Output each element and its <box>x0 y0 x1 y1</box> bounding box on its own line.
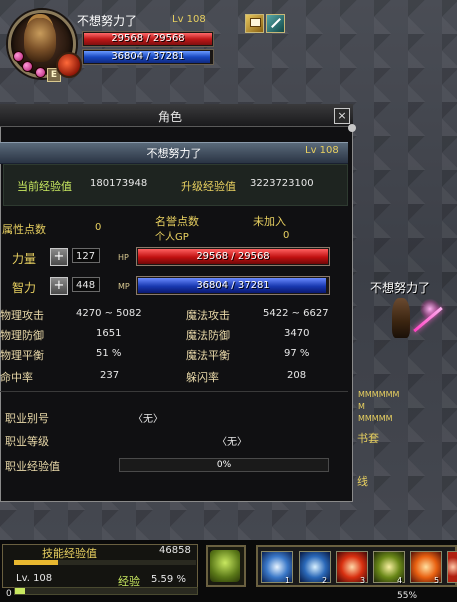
honor-points-label: 名誉点数 <box>155 215 199 228</box>
hotkey-number: 2 <box>322 576 328 585</box>
job-exp-label: 职业经验值 <box>5 460 60 473</box>
character-name: 不想努力了 <box>146 147 202 160</box>
world-character-name[interactable]: 不想努力了 <box>370 279 430 296</box>
chat-fragment: 书套 <box>357 432 379 445</box>
next-exp-value: 3223723100 <box>250 178 314 189</box>
intelligence-label: 智力 <box>12 281 37 295</box>
hp-label: HP <box>118 253 129 262</box>
player-mp-text: 36804 / 37281 <box>111 51 185 62</box>
current-exp-value: 180173948 <box>90 178 148 189</box>
combat-stat-name: 命中率 <box>0 371 33 384</box>
chat-fragment: M <box>358 402 365 411</box>
bottom-level: Lv. 108 <box>16 573 53 584</box>
combat-stat-name: 物理攻击 <box>0 309 44 322</box>
combat-stat-value: 1651 <box>96 328 122 339</box>
combat-stat-value: 208 <box>287 370 307 381</box>
world-character[interactable] <box>392 298 410 338</box>
job-exp-bar: 0% <box>119 458 329 472</box>
skill-exp-label: 技能经验值 <box>42 547 97 560</box>
job-level-value: 〈无〉 <box>217 437 247 448</box>
combat-stat-name: 魔法平衡 <box>186 349 230 362</box>
job-title-value: 〈无〉 <box>133 414 163 425</box>
hotkey-number: 1 <box>285 576 291 585</box>
zoom-level: 55% <box>397 591 418 601</box>
add-intelligence-button[interactable]: + <box>50 277 68 295</box>
job-title-label: 职业别号 <box>5 412 49 425</box>
combat-stat-value: 4270 ~ 5082 <box>76 308 142 319</box>
personal-gp-label: 个人GP <box>155 232 189 243</box>
guild-emblem-icon[interactable] <box>56 52 82 78</box>
guild-status-value: 0 <box>283 230 290 241</box>
shop-icon[interactable] <box>245 14 264 33</box>
intelligence-value: 448 <box>72 277 100 292</box>
sword-buff-icon[interactable] <box>266 14 285 33</box>
bottom-exp-bar <box>14 587 198 595</box>
mp-label: MP <box>118 282 130 291</box>
character-level: Lv 108 <box>305 145 339 156</box>
window-hp-text: 29568 / 29568 <box>196 251 270 262</box>
hotkey-number: 5 <box>434 576 440 585</box>
skill-exp-bar <box>14 560 196 565</box>
window-mp-bar: 36804 / 37281 <box>136 276 330 295</box>
status-orb-icon <box>35 67 46 78</box>
guild-status-label: 未加入 <box>253 215 286 228</box>
divider <box>0 391 348 392</box>
player-hp-bar: 29568 / 29568 <box>82 31 214 47</box>
hotkey-number: 3 <box>360 576 366 585</box>
status-orb-icon <box>13 51 24 62</box>
status-orb-icon <box>22 61 33 72</box>
window-title: 角色 <box>157 110 182 124</box>
skill-exp-fill <box>14 560 58 565</box>
window-mp-text: 36804 / 37281 <box>196 280 270 291</box>
combat-stat-name: 物理平衡 <box>0 349 44 362</box>
window-hp-bar: 29568 / 29568 <box>136 247 330 266</box>
strength-label: 力量 <box>12 252 37 266</box>
close-button[interactable]: × <box>334 108 350 124</box>
chat-fragment: MMMMMM <box>358 390 400 399</box>
player-name: 不想努力了 <box>77 14 138 28</box>
strength-value: 127 <box>72 248 100 263</box>
current-exp-label: 当前经验值 <box>17 180 72 193</box>
next-exp-label: 升级经验值 <box>181 180 236 193</box>
add-strength-button[interactable]: + <box>50 248 68 266</box>
combat-stats: 物理攻击 4270 ~ 5082 魔法攻击 5422 ~ 6627 物理防御 1… <box>0 302 348 390</box>
combat-stat-value: 5422 ~ 6627 <box>263 308 329 319</box>
chat-fragment: 线 <box>357 475 368 488</box>
player-mp-bar: 36804 / 37281 <box>82 49 214 65</box>
combat-stat-value: 51 % <box>96 348 122 359</box>
attribute-points-value: 0 <box>95 222 102 233</box>
chat-fragment: MMMMM <box>358 414 393 423</box>
combat-stat-value: 97 % <box>284 348 310 359</box>
combat-stat-value: 3470 <box>284 328 310 339</box>
combat-stat-value: 237 <box>100 370 120 381</box>
bottom-exp-percent: 5.59 % <box>151 574 186 585</box>
player-face-icon <box>24 18 56 62</box>
window-corner-knob <box>348 124 356 132</box>
combat-stat-name: 躲闪率 <box>186 371 219 384</box>
bottom-exp-digit: 0 <box>6 589 12 599</box>
job-exp-text: 0% <box>216 460 232 470</box>
hotkey-number: 4 <box>397 576 403 585</box>
pet-icon[interactable] <box>210 550 240 582</box>
player-level: Lv 108 <box>172 14 206 25</box>
job-level-label: 职业等级 <box>5 435 49 448</box>
attribute-points-label: 属性点数 <box>2 223 46 236</box>
skill-slot-partial[interactable] <box>447 551 457 583</box>
bottom-exp-fill <box>15 588 25 594</box>
combat-stat-name: 魔法攻击 <box>186 309 230 322</box>
combat-stat-name: 物理防御 <box>0 329 44 342</box>
player-hp-text: 29568 / 29568 <box>111 33 185 44</box>
combat-stat-name: 魔法防御 <box>186 329 230 342</box>
skill-exp-value: 46858 <box>159 545 191 556</box>
